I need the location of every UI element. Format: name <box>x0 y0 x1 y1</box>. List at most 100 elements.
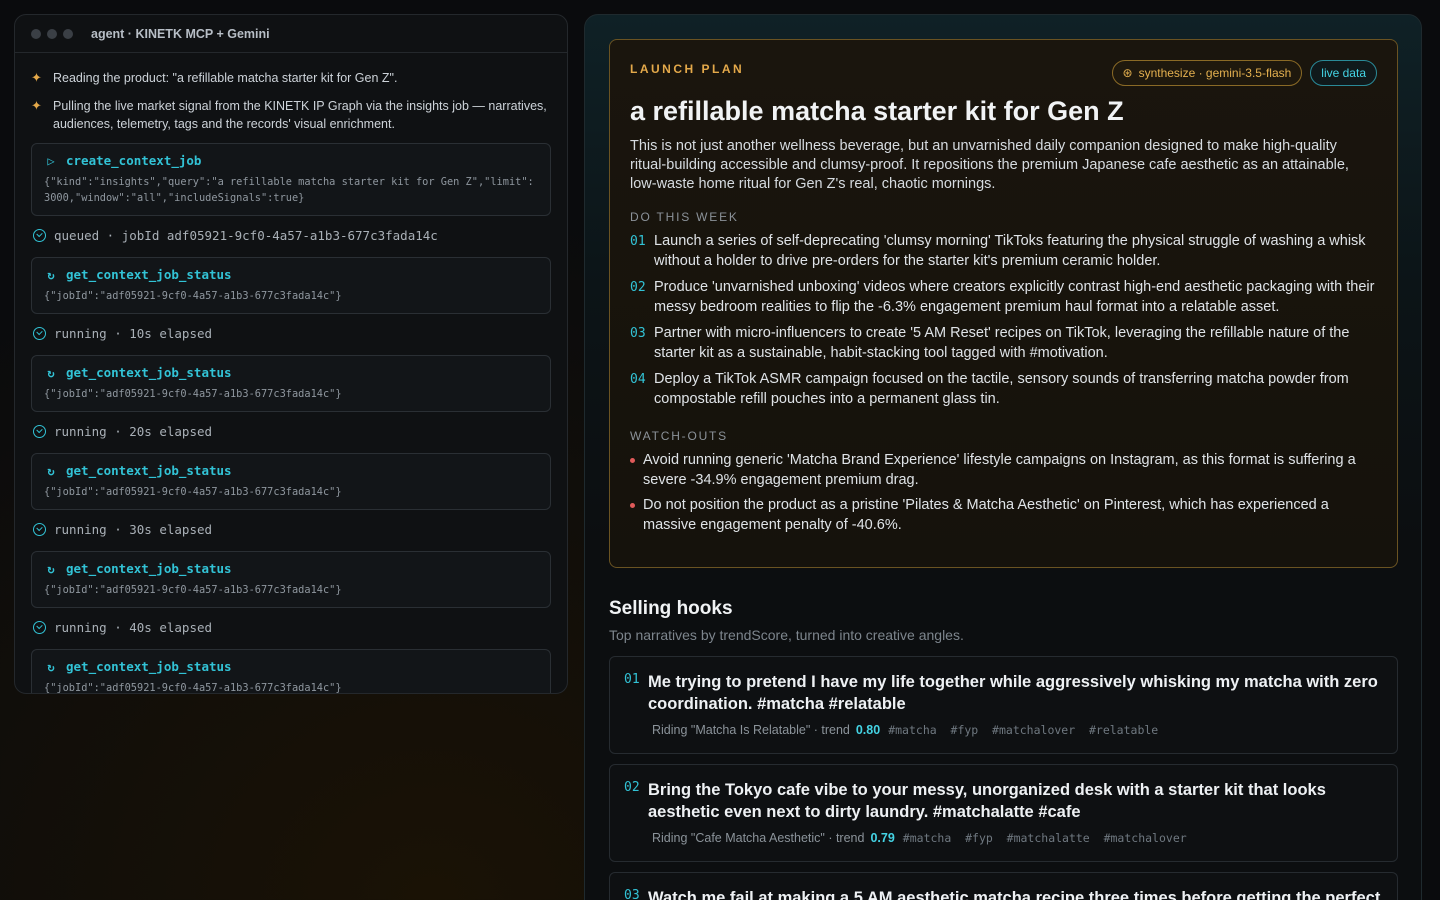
tool-args: {"jobId":"adf05921-9cf0-4a57-a1b3-677c3f… <box>44 486 342 498</box>
hook-text: Me trying to pretend I have my life toge… <box>648 673 1378 713</box>
log-line: ✦ Reading the product: "a refillable mat… <box>31 69 551 87</box>
synthesize-badge-label: synthesize · gemini-3.5-flash <box>1138 66 1292 80</box>
tool-args: {"jobId":"adf05921-9cf0-4a57-a1b3-677c3f… <box>44 682 342 693</box>
job-status-text: running · 10s elapsed <box>54 326 213 341</box>
log-text: Reading the product: "a refillable match… <box>53 71 398 85</box>
item-number: 03 <box>630 326 646 341</box>
hook-number: 03 <box>624 888 640 900</box>
do-this-week-label: DO THIS WEEK <box>630 210 739 224</box>
tool-name: get_context_job_status <box>66 463 232 478</box>
list-item: 03 Partner with micro-influencers to crea… <box>630 324 1377 363</box>
item-number: 02 <box>630 280 646 295</box>
watch-outs-list: Avoid running generic 'Matcha Brand Expe… <box>630 451 1377 535</box>
job-status: running · 30s elapsed <box>33 522 551 537</box>
tool-name: get_context_job_status <box>66 267 232 282</box>
tool-call-card[interactable]: ↻ get_context_job_status {"jobId":"adf059… <box>31 355 551 412</box>
list-item: Avoid running generic 'Matcha Brand Expe… <box>630 451 1377 490</box>
log-line: ✦ Pulling the live market signal from th… <box>31 97 551 133</box>
plan-title: a refillable matcha starter kit for Gen … <box>630 96 1124 126</box>
do-this-week-list: 01 Launch a series of self-deprecating 'c… <box>630 232 1377 409</box>
sparkle-icon: ✦ <box>31 70 42 85</box>
item-text: Partner with micro-influencers to create… <box>654 325 1350 361</box>
check-circle-icon <box>33 621 46 634</box>
list-item: 01 Launch a series of self-deprecating 'c… <box>630 232 1377 271</box>
list-item: 04 Deploy a TikTok ASMR campaign focused … <box>630 370 1377 409</box>
tool-args: {"jobId":"adf05921-9cf0-4a57-a1b3-677c3f… <box>44 290 342 302</box>
job-status-text: running · 40s elapsed <box>54 620 213 635</box>
tool-call-card[interactable]: ↻ get_context_job_status {"jobId":"adf059… <box>31 551 551 608</box>
item-text: Launch a series of self-deprecating 'clu… <box>654 233 1366 269</box>
hook-riding: Riding "Matcha Is Relatable" · trend <box>652 723 850 737</box>
job-status: running · 40s elapsed <box>33 620 551 635</box>
hook-card[interactable]: 03 Watch me fail at making a 5 AM aesthet… <box>609 872 1398 900</box>
item-number: 04 <box>630 372 646 387</box>
job-status-text: running · 20s elapsed <box>54 424 213 439</box>
item-text: Avoid running generic 'Matcha Brand Expe… <box>643 452 1356 488</box>
hook-tags: #matcha #fyp #matchalatte #matchalover <box>902 831 1187 845</box>
hook-card[interactable]: 02 Bring the Tokyo cafe vibe to your mess… <box>609 764 1398 862</box>
hook-meta: Riding "Matcha Is Relatable" · trend 0.8… <box>652 723 1383 737</box>
plan-panel[interactable]: LAUNCH PLAN ⊛ synthesize · gemini-3.5-fla… <box>584 14 1422 900</box>
selling-hooks-title: Selling hooks <box>609 598 733 619</box>
job-status-text: queued · jobId adf05921-9cf0-4a57-a1b3-6… <box>54 228 438 243</box>
refresh-icon: ↻ <box>47 267 55 282</box>
check-circle-icon <box>33 229 46 242</box>
list-item: Do not position the product as a pristin… <box>630 496 1377 535</box>
tool-call-card[interactable]: ↻ get_context_job_status {"jobId":"adf059… <box>31 649 551 693</box>
hook-meta: Riding "Cafe Matcha Aesthetic" · trend 0… <box>652 831 1383 845</box>
tool-call-card[interactable]: ↻ get_context_job_status {"jobId":"adf059… <box>31 257 551 314</box>
agent-panel: agent · KINETK MCP + Gemini ✦ Reading th… <box>14 14 568 694</box>
badges: ⊛ synthesize · gemini-3.5-flash live data <box>1111 60 1377 86</box>
refresh-icon: ↻ <box>47 463 55 478</box>
tool-call-card[interactable]: ▷ create_context_job {"kind":"insights","… <box>31 143 551 216</box>
trend-score: 0.80 <box>855 723 881 737</box>
trend-score: 0.79 <box>870 831 895 845</box>
item-text: Produce 'unvarnished unboxing' videos wh… <box>654 279 1375 315</box>
tool-name: get_context_job_status <box>66 561 232 576</box>
item-text: Deploy a TikTok ASMR campaign focused on… <box>654 371 1349 407</box>
model-icon: ⊛ <box>1122 66 1133 80</box>
live-data-badge: live data <box>1310 60 1377 86</box>
hook-text: Watch me fail at making a 5 AM aesthetic… <box>648 889 1381 900</box>
check-circle-icon <box>33 327 46 340</box>
hook-number: 01 <box>624 672 640 687</box>
plan-description: This is not just another wellness bevera… <box>630 138 1349 192</box>
synthesize-badge: ⊛ synthesize · gemini-3.5-flash <box>1111 60 1303 86</box>
refresh-icon: ↻ <box>47 561 55 576</box>
tool-call-card[interactable]: ↻ get_context_job_status {"jobId":"adf059… <box>31 453 551 510</box>
tool-name: create_context_job <box>66 153 202 168</box>
window-dot-close[interactable] <box>31 28 41 39</box>
warning-dot-icon <box>630 503 635 508</box>
sparkle-icon: ✦ <box>31 98 42 113</box>
play-icon: ▷ <box>47 153 55 168</box>
hook-tags: #matcha #fyp #matchalover #relatable <box>888 723 1159 737</box>
watch-outs-label: WATCH-OUTS <box>630 429 728 443</box>
agent-log[interactable]: ✦ Reading the product: "a refillable mat… <box>15 53 567 693</box>
job-status: queued · jobId adf05921-9cf0-4a57-a1b3-6… <box>33 228 551 243</box>
job-status: running · 20s elapsed <box>33 424 551 439</box>
hook-text: Bring the Tokyo cafe vibe to your messy,… <box>648 781 1326 821</box>
window-dot-maximize[interactable] <box>63 28 73 39</box>
item-number: 01 <box>630 234 646 249</box>
refresh-icon: ↻ <box>47 365 55 380</box>
live-data-label: live data <box>1321 66 1366 80</box>
tool-args: {"kind":"insights","query":"a refillable… <box>44 176 534 204</box>
log-text: Pulling the live market signal from the … <box>53 99 547 131</box>
check-circle-icon <box>33 523 46 536</box>
job-status-text: running · 30s elapsed <box>54 522 213 537</box>
agent-title: agent · KINETK MCP + Gemini <box>91 26 270 41</box>
launch-plan-card: LAUNCH PLAN ⊛ synthesize · gemini-3.5-fla… <box>609 39 1398 568</box>
selling-hooks-subtitle: Top narratives by trendScore, turned int… <box>609 627 964 643</box>
tool-args: {"jobId":"adf05921-9cf0-4a57-a1b3-677c3f… <box>44 584 342 596</box>
tool-args: {"jobId":"adf05921-9cf0-4a57-a1b3-677c3f… <box>44 388 342 400</box>
window-dot-minimize[interactable] <box>47 28 57 39</box>
hook-card[interactable]: 01 Me trying to pretend I have my life to… <box>609 656 1398 754</box>
tool-name: get_context_job_status <box>66 365 232 380</box>
tool-name: get_context_job_status <box>66 659 232 674</box>
check-circle-icon <box>33 425 46 438</box>
list-item: 02 Produce 'unvarnished unboxing' videos … <box>630 278 1377 317</box>
hook-riding: Riding "Cafe Matcha Aesthetic" · trend <box>652 831 865 845</box>
job-status: running · 10s elapsed <box>33 326 551 341</box>
refresh-icon: ↻ <box>47 659 55 674</box>
hook-number: 02 <box>624 780 640 795</box>
